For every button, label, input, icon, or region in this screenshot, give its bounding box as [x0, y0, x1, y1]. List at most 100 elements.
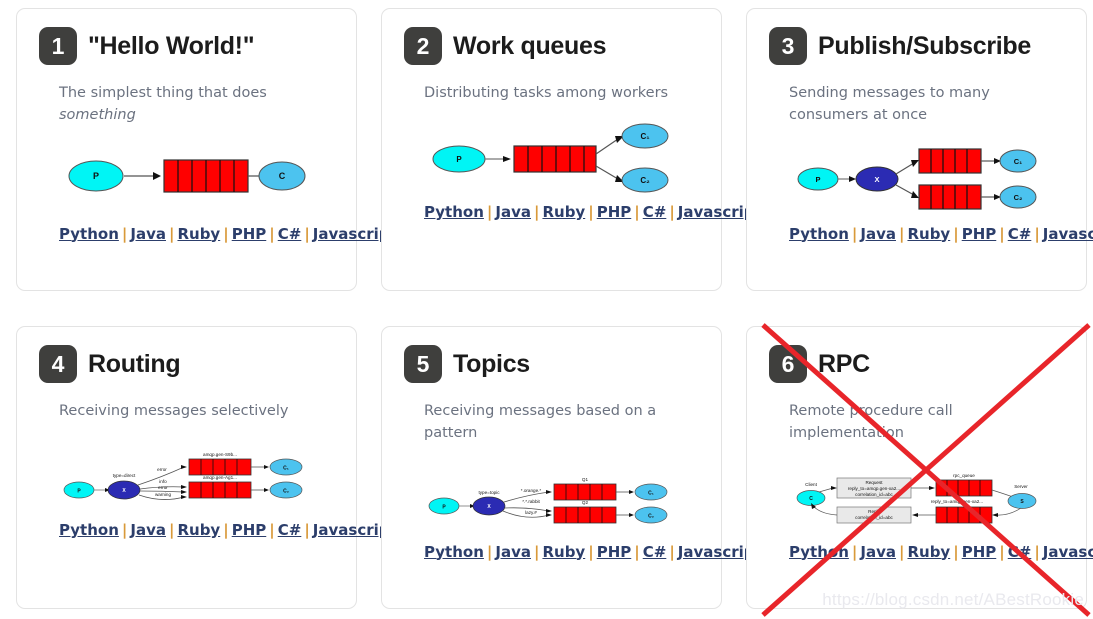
tutorial-card-3[interactable]: 3 Publish/Subscribe Sending messages to … [746, 8, 1093, 291]
consumer-label: C₂ [283, 488, 289, 494]
diagram-rpc: Client C Request reply_to=amqp.gen-xa2..… [769, 457, 1064, 531]
language-links: Python|Java|Ruby|PHP|C#|Javascript|Go [59, 223, 431, 246]
card-header: 3 Publish/Subscribe [769, 27, 1064, 65]
card-description: Remote procedure call implementation [789, 403, 953, 441]
card-description: Receiving messages selectively [59, 403, 289, 419]
queue-node [188, 458, 251, 476]
lang-ruby[interactable]: Ruby [177, 225, 220, 243]
tutorial-number-badge: 1 [39, 27, 77, 65]
card-description: Sending messages to many consumers at on… [789, 85, 990, 123]
lang-php[interactable]: PHP [232, 225, 267, 243]
card-header: 2 Work queues [404, 27, 699, 65]
lang-php[interactable]: PHP [962, 543, 997, 561]
separator: | [669, 202, 675, 221]
tutorial-number-badge: 5 [404, 345, 442, 383]
diagram-hello-world: P C [39, 139, 334, 213]
tutorial-grid: 1 "Hello World!" The simplest thing that… [0, 0, 1093, 617]
lang-csharp[interactable]: C# [278, 225, 302, 243]
separator: | [533, 202, 540, 221]
lang-csharp[interactable]: C# [1008, 225, 1032, 243]
diagram-routing: P X type=direct error info error warning… [39, 435, 334, 509]
lang-java[interactable]: Java [130, 225, 166, 243]
separator: | [486, 542, 493, 561]
tutorial-card-6[interactable]: 6 RPC Remote procedure call implementati… [746, 323, 1093, 617]
lang-javascript[interactable]: Javascript [1043, 225, 1093, 243]
request-box-line1: Request [865, 480, 883, 485]
diagram-work-queues: P C₁ C₂ [404, 117, 699, 193]
separator: | [999, 542, 1005, 561]
tutorial-card-4[interactable]: 4 Routing Receiving messages selectively… [16, 326, 431, 609]
rpc-queue-name: rpc_queue [953, 473, 975, 478]
separator: | [269, 520, 275, 539]
reply-box-line2: correlation_id=abc [855, 515, 893, 520]
client-title-label: Client [805, 482, 817, 487]
card-header: 5 Topics [404, 345, 699, 383]
lang-ruby[interactable]: Ruby [907, 543, 950, 561]
queue-node [162, 158, 249, 193]
reply-queue-name: reply_to=amqp.gen-xa2... [931, 499, 983, 504]
consumer-label: C₂ [640, 176, 650, 185]
queue-name-1: amqp.gen-S9b... [203, 452, 237, 457]
separator: | [851, 224, 858, 243]
lang-ruby[interactable]: Ruby [177, 521, 220, 539]
separator: | [1034, 542, 1040, 561]
lang-ruby[interactable]: Ruby [907, 225, 950, 243]
separator: | [669, 542, 675, 561]
lang-php[interactable]: PHP [232, 521, 267, 539]
lang-csharp[interactable]: C# [278, 521, 302, 539]
lang-java[interactable]: Java [860, 225, 896, 243]
card-header: 4 Routing [39, 345, 334, 383]
binding-label-info: info [159, 479, 167, 484]
lang-python[interactable]: Python [424, 543, 484, 561]
lang-php[interactable]: PHP [597, 543, 632, 561]
client-label: C [809, 496, 813, 502]
consumer-label: C₁ [283, 465, 289, 471]
tutorial-card-1[interactable]: 1 "Hello World!" The simplest thing that… [16, 8, 431, 291]
lang-python[interactable]: Python [789, 225, 849, 243]
binding-label-error-1: error [157, 467, 167, 472]
separator: | [999, 224, 1005, 243]
lang-php[interactable]: PHP [962, 225, 997, 243]
separator: | [223, 224, 229, 243]
diagram-topics: P X type=topic *.orange.* *.*.rabbit laz… [404, 457, 699, 531]
request-box-line2: reply_to=amqp.gen-xa2... [848, 486, 900, 491]
lang-ruby[interactable]: Ruby [542, 203, 585, 221]
request-box-line3: correlation_id=abc [855, 492, 893, 497]
lang-java[interactable]: Java [130, 521, 166, 539]
consumer-label: C₁ [1013, 157, 1022, 166]
reply-box-line1: Reply [868, 509, 880, 514]
consumer-label: C₁ [640, 132, 650, 141]
separator: | [1034, 224, 1040, 243]
lang-ruby[interactable]: Ruby [542, 543, 585, 561]
lang-python[interactable]: Python [59, 225, 119, 243]
separator: | [168, 520, 175, 539]
tutorial-card-2[interactable]: 2 Work queues Distributing tasks among w… [381, 8, 796, 291]
language-links: Python|Java|Ruby|PHP|C#|Javascript|Go [424, 541, 796, 564]
lang-php[interactable]: PHP [597, 203, 632, 221]
card-description: Receiving messages based on a pattern [424, 403, 657, 441]
lang-csharp[interactable]: C# [1008, 543, 1032, 561]
tutorial-card-5[interactable]: 5 Topics Receiving messages based on a p… [381, 326, 796, 609]
description-text: The simplest thing that does [59, 85, 267, 101]
lang-javascript[interactable]: Javascript [1043, 543, 1093, 561]
lang-python[interactable]: Python [789, 543, 849, 561]
lang-java[interactable]: Java [860, 543, 896, 561]
lang-csharp[interactable]: C# [643, 543, 667, 561]
consumer-label: C₂ [648, 513, 654, 519]
lang-java[interactable]: Java [495, 543, 531, 561]
queue-node [512, 145, 597, 173]
card-header: 1 "Hello World!" [39, 27, 334, 65]
lang-python[interactable]: Python [424, 203, 484, 221]
language-links: Python|Java|Ruby|PHP|C#|Javascript|Go [424, 201, 796, 224]
separator: | [533, 542, 540, 561]
lang-python[interactable]: Python [59, 521, 119, 539]
consumer-label: C₁ [648, 490, 654, 496]
server-title-label: Server [1014, 484, 1028, 489]
separator: | [588, 202, 594, 221]
lang-java[interactable]: Java [495, 203, 531, 221]
separator: | [851, 542, 858, 561]
exchange-label: X [874, 175, 879, 184]
queue-node [935, 506, 993, 523]
lang-csharp[interactable]: C# [643, 203, 667, 221]
page-title: RPC [818, 349, 870, 378]
